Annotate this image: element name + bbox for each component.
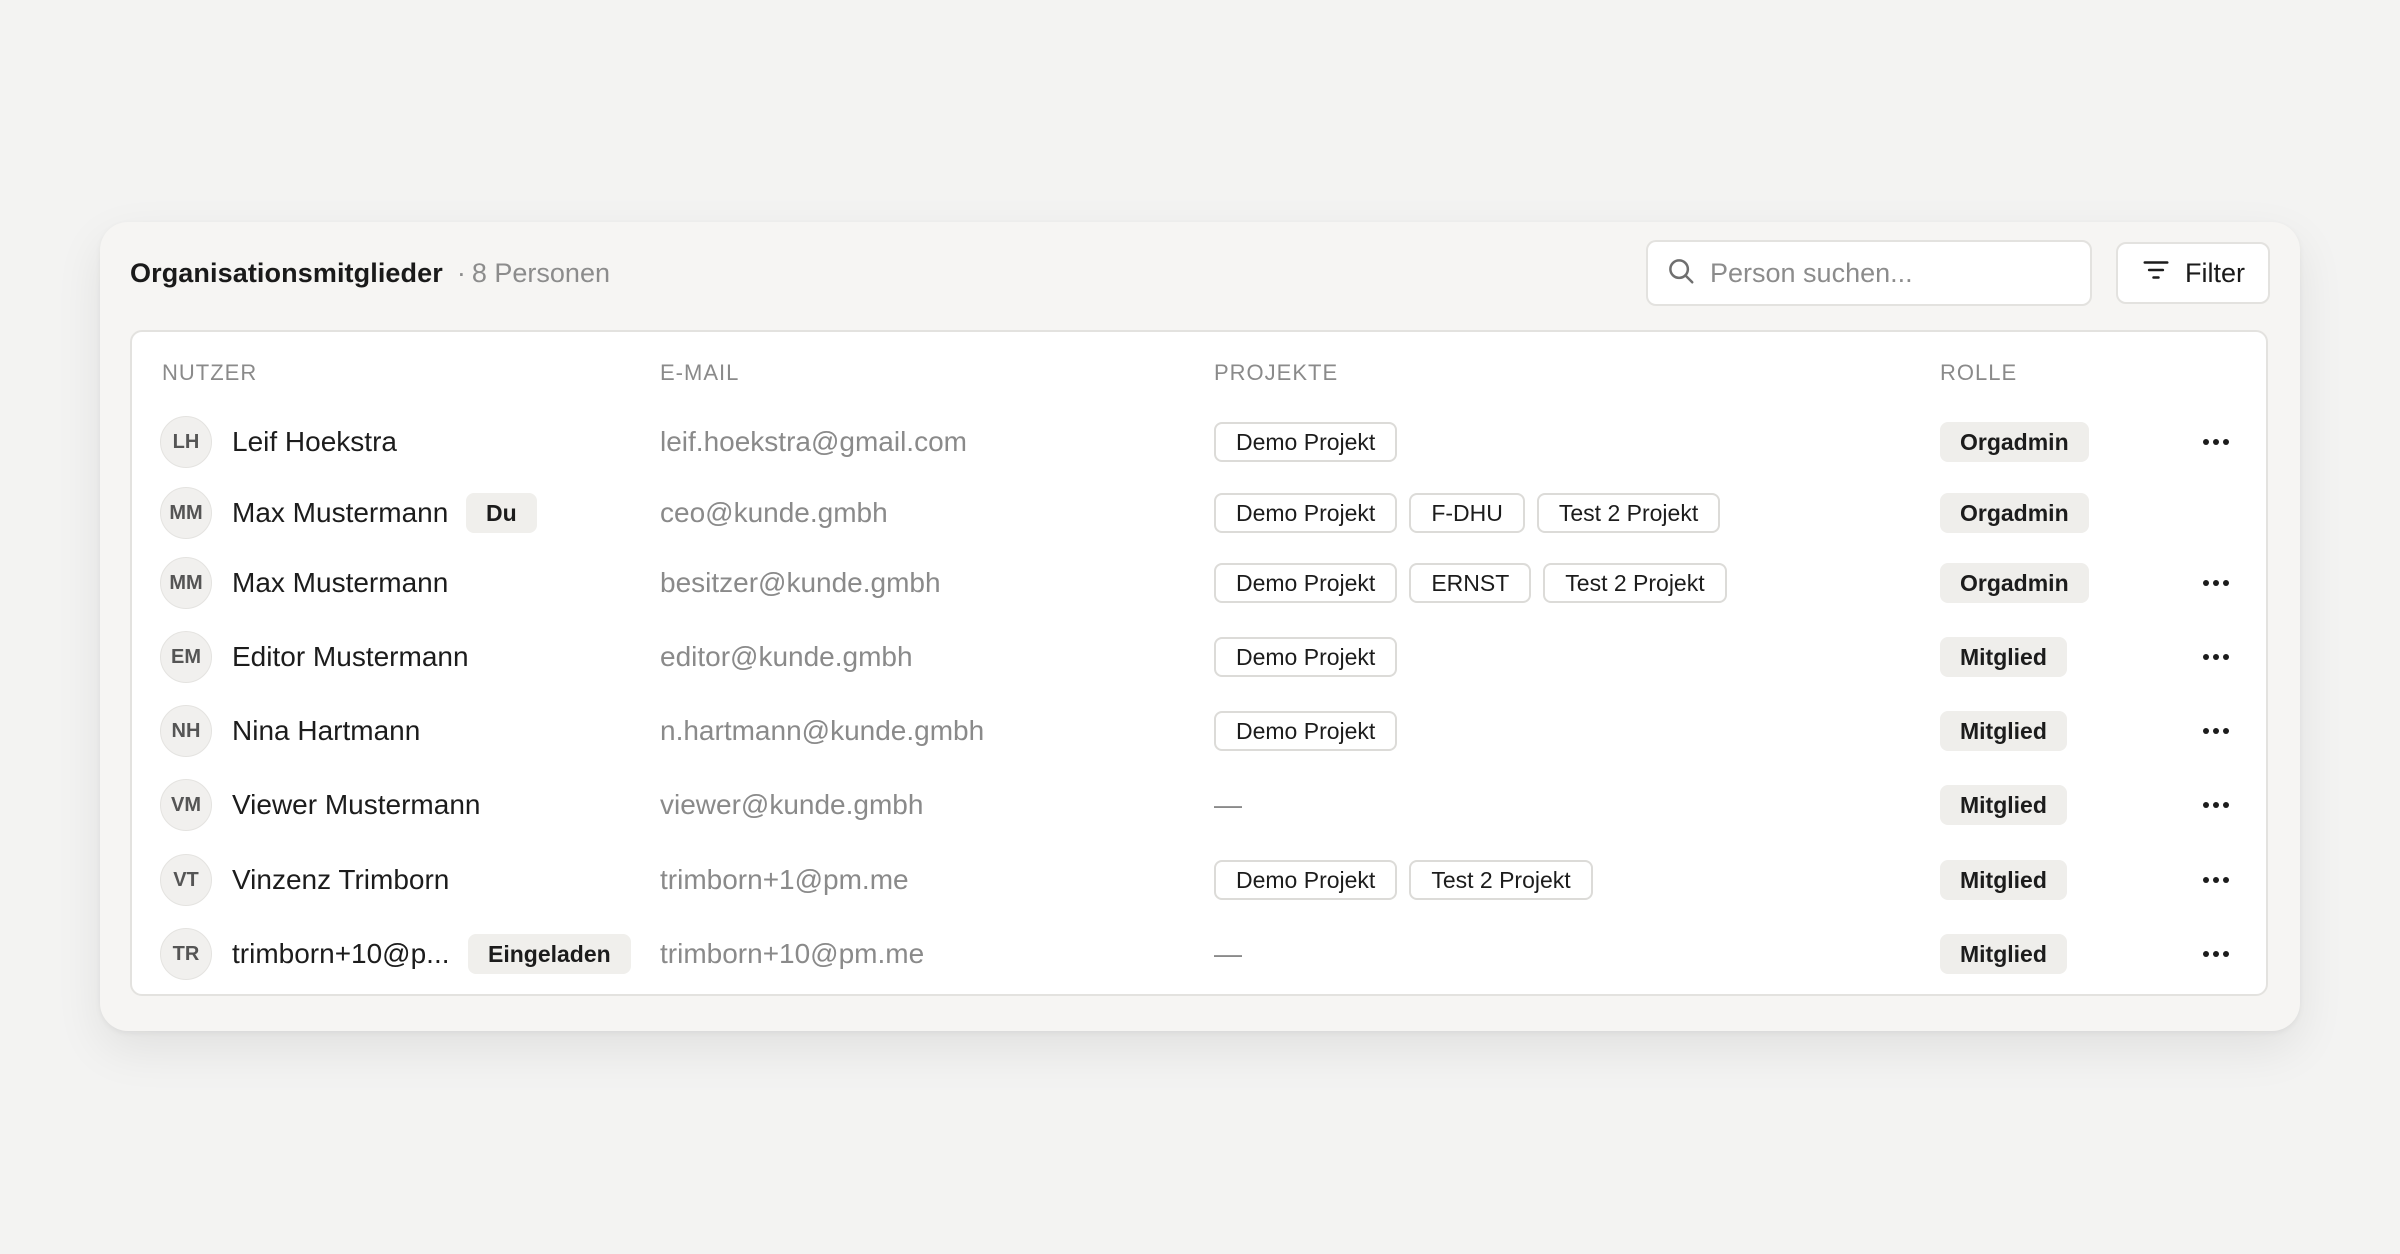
table-row[interactable]: TR trimborn+10@p... Eingeladen trimborn+10@… (132, 924, 2266, 984)
user-name: trimborn+10@p... (232, 938, 450, 969)
user-email: editor@kunde.gmbh (660, 641, 913, 672)
avatar: NH (160, 705, 212, 757)
project-list: Demo Projekt (1214, 422, 1398, 462)
role-badge[interactable]: Orgadmin (1940, 493, 2089, 533)
project-chip[interactable]: Test 2 Projekt (1409, 860, 1593, 900)
user-name: Editor Mustermann (232, 641, 469, 672)
search-input[interactable] (1710, 257, 2070, 289)
more-horizontal-icon[interactable] (2198, 864, 2234, 896)
user-email: trimborn+1@pm.me (660, 864, 909, 895)
project-chip[interactable]: Demo Projekt (1214, 422, 1398, 462)
role-badge[interactable]: Mitglied (1940, 860, 2067, 900)
avatar: MM (160, 557, 212, 609)
project-list: Demo Projekt Test 2 Projekt (1214, 860, 1593, 900)
role-badge[interactable]: Orgadmin (1940, 422, 2089, 462)
role-badge[interactable]: Mitglied (1940, 711, 2067, 751)
more-horizontal-icon[interactable] (2198, 426, 2234, 458)
column-header-role: ROLLE (1940, 360, 2018, 385)
column-header-projects: PROJEKTE (1214, 360, 1339, 385)
user-name: Viewer Mustermann (232, 789, 481, 820)
project-list: Demo Projekt (1214, 711, 1398, 751)
project-list: Demo Projekt (1214, 637, 1398, 677)
project-chip[interactable]: F-DHU (1409, 493, 1525, 533)
card-header: Organisationsmitglieder ·8 Personen Filt… (130, 240, 2270, 306)
role-badge[interactable]: Mitglied (1940, 785, 2067, 825)
project-chip[interactable]: Demo Projekt (1214, 493, 1398, 533)
search-box[interactable] (1646, 240, 2092, 306)
more-horizontal-icon[interactable] (2198, 938, 2234, 970)
avatar: TR (160, 928, 212, 980)
table-row[interactable]: VM Viewer Mustermann viewer@kunde.gmbh — Mit… (132, 775, 2266, 835)
project-chip[interactable]: Demo Projekt (1214, 563, 1398, 603)
no-projects: — (1214, 938, 1242, 969)
project-chip[interactable]: Demo Projekt (1214, 637, 1398, 677)
role-badge[interactable]: Orgadmin (1940, 563, 2089, 603)
member-count: · 8 Personen (456, 257, 610, 288)
project-list: Demo Projekt F-DHU Test 2 Projekt (1214, 493, 1721, 533)
user-name: Nina Hartmann (232, 715, 421, 746)
search-icon (1666, 256, 1696, 291)
table-row[interactable]: VT Vinzenz Trimborn trimborn+1@pm.me Demo P… (132, 850, 2266, 910)
user-email: n.hartmann@kunde.gmbh (660, 715, 985, 746)
user-name: Leif Hoekstra (232, 426, 397, 457)
avatar: VM (160, 779, 212, 831)
table-row[interactable]: NH Nina Hartmann n.hartmann@kunde.gmbh Demo… (132, 701, 2266, 761)
avatar: MM (160, 487, 212, 539)
filter-button[interactable]: Filter (2116, 242, 2270, 304)
table-row[interactable]: MM Max Mustermann besitzer@kunde.gmbh Demo … (132, 553, 2266, 613)
filter-label: Filter (2185, 257, 2245, 288)
project-chip[interactable]: ERNST (1409, 563, 1532, 603)
project-chip[interactable]: Test 2 Projekt (1543, 563, 1727, 603)
column-header-user: NUTZER (162, 360, 258, 385)
avatar: LH (160, 416, 212, 468)
more-horizontal-icon[interactable] (2198, 567, 2234, 599)
filter-icon (2141, 255, 2171, 292)
user-email: ceo@kunde.gmbh (660, 497, 888, 528)
user-name: Max Mustermann (232, 497, 449, 528)
page-title: Organisationsmitglieder (130, 257, 443, 288)
members-table: NUTZER E-MAIL PROJEKTE ROLLE LH Leif Hoek… (130, 330, 2268, 996)
user-email: besitzer@kunde.gmbh (660, 567, 941, 598)
table-row[interactable]: EM Editor Mustermann editor@kunde.gmbh Demo… (132, 627, 2266, 687)
user-name: Max Mustermann (232, 567, 449, 598)
user-email: trimborn+10@pm.me (660, 938, 925, 969)
project-chip[interactable]: Demo Projekt (1214, 711, 1398, 751)
user-email: leif.hoekstra@gmail.com (660, 426, 967, 457)
project-list: Demo Projekt ERNST Test 2 Projekt (1214, 563, 1727, 603)
invited-badge: Eingeladen (468, 934, 631, 974)
column-header-email: E-MAIL (660, 360, 740, 385)
user-email: viewer@kunde.gmbh (660, 789, 924, 820)
members-card: Organisationsmitglieder ·8 Personen Filt… (100, 222, 2300, 1031)
user-name: Vinzenz Trimborn (232, 864, 450, 895)
avatar: EM (160, 631, 212, 683)
more-horizontal-icon[interactable] (2198, 715, 2234, 747)
member-count-text: 8 Personen (471, 257, 610, 288)
avatar: VT (160, 854, 212, 906)
project-chip[interactable]: Demo Projekt (1214, 860, 1398, 900)
project-chip[interactable]: Test 2 Projekt (1536, 493, 1721, 533)
current-user-badge: Du (466, 493, 537, 533)
more-horizontal-icon[interactable] (2198, 789, 2234, 821)
table-row[interactable]: LH Leif Hoekstra leif.hoekstra@gmail.com De… (132, 412, 2266, 472)
more-horizontal-icon[interactable] (2198, 641, 2234, 673)
table-row[interactable]: MM Max Mustermann Du ceo@kunde.gmbh Demo Pro… (132, 483, 2266, 543)
role-badge[interactable]: Mitglied (1940, 934, 2067, 974)
no-projects: — (1214, 789, 1242, 820)
role-badge[interactable]: Mitglied (1940, 637, 2067, 677)
